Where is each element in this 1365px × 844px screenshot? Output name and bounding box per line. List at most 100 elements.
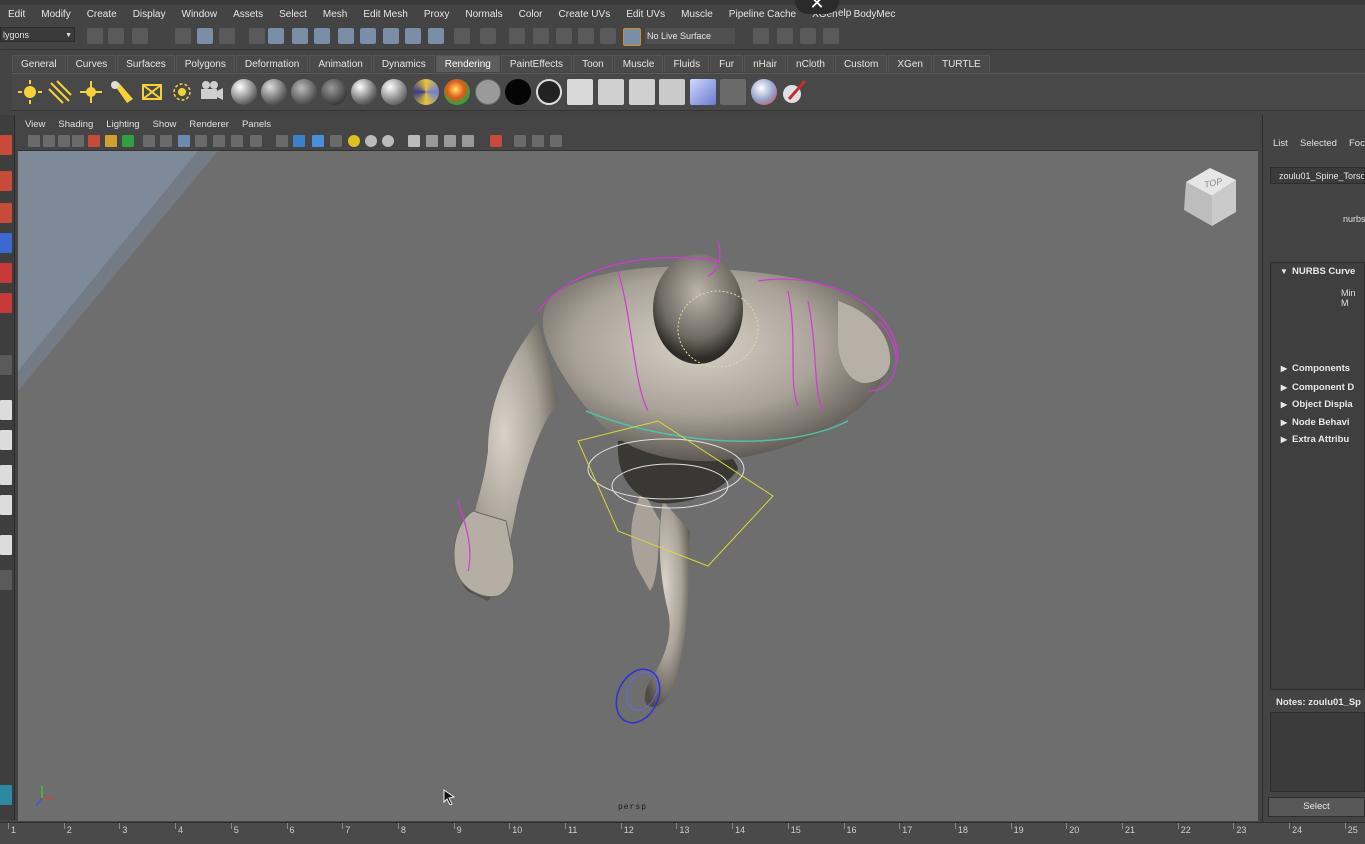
- channel-tab-focus[interactable]: Focu: [1349, 138, 1365, 149]
- shelf-tab[interactable]: nHair: [744, 55, 787, 72]
- shelf-tab[interactable]: PaintEffects: [500, 55, 573, 72]
- menu-item[interactable]: Edit Mesh: [355, 9, 415, 20]
- safe-action-icon[interactable]: [213, 135, 225, 147]
- panel-menu-item[interactable]: Show: [146, 119, 183, 130]
- select-component-icon[interactable]: [219, 28, 235, 44]
- depth-of-field-icon[interactable]: [444, 135, 456, 147]
- render-globals-icon[interactable]: [600, 28, 616, 44]
- viewport-persp[interactable]: [18, 151, 1258, 821]
- snap-plane-icon[interactable]: [338, 28, 354, 44]
- menu-item[interactable]: Create UVs: [551, 9, 619, 20]
- section-extra-attributes[interactable]: ▶ Extra Attribu: [1276, 432, 1365, 448]
- smooth-shade-icon[interactable]: [293, 135, 305, 147]
- select-button[interactable]: Select: [1268, 797, 1365, 817]
- lasso-tool-icon[interactable]: [0, 171, 12, 191]
- section-components[interactable]: ▶ Components: [1276, 361, 1365, 377]
- menu-help-partial[interactable]: elp: [838, 8, 851, 19]
- surface-shader-icon[interactable]: [475, 79, 501, 105]
- 2d-pan-zoom-icon[interactable]: [88, 135, 100, 147]
- menu-item[interactable]: Normals: [457, 9, 510, 20]
- select-object-icon[interactable]: [197, 28, 213, 44]
- batch-render-icon[interactable]: [629, 79, 655, 105]
- menu-item[interactable]: Edit UVs: [618, 9, 673, 20]
- render-frame-icon[interactable]: [533, 28, 549, 44]
- section-nurbs-curve[interactable]: ▼ NURBS Curve: [1276, 264, 1365, 280]
- wireframe-on-shaded-icon[interactable]: [312, 135, 324, 147]
- shelf-tab[interactable]: XGen: [888, 55, 932, 72]
- render-settings-icon[interactable]: [556, 28, 572, 44]
- construction-history-icon[interactable]: [383, 28, 399, 44]
- shelf-tab[interactable]: Animation: [309, 55, 372, 72]
- ipr-icon[interactable]: [598, 79, 624, 105]
- select-camera-icon[interactable]: [28, 135, 40, 147]
- layout-single-icon[interactable]: [0, 400, 12, 420]
- panel-menu-item[interactable]: Renderer: [182, 119, 235, 130]
- shelf-tab[interactable]: Toon: [573, 55, 613, 72]
- menu-item[interactable]: Create: [79, 9, 125, 20]
- area-light-icon[interactable]: [139, 79, 165, 105]
- volume-light-icon[interactable]: [169, 79, 195, 105]
- layout-graph-icon[interactable]: [0, 535, 12, 555]
- shelf-tab[interactable]: Fur: [710, 55, 744, 72]
- menu-item[interactable]: Edit: [0, 9, 33, 20]
- gate-mask-icon[interactable]: [178, 135, 190, 147]
- open-scene-icon[interactable]: [108, 28, 124, 44]
- select-tool-icon[interactable]: [0, 135, 12, 155]
- select-hierarchy-icon[interactable]: [175, 28, 191, 44]
- xray-active-icon[interactable]: [550, 135, 562, 147]
- isolate-select-icon[interactable]: [514, 135, 526, 147]
- text-display-icon[interactable]: [250, 135, 262, 147]
- panel-menu-item[interactable]: Shading: [51, 119, 99, 130]
- xray-icon[interactable]: [490, 135, 502, 147]
- shelf-tab[interactable]: General: [12, 55, 66, 72]
- notes-field[interactable]: [1270, 712, 1365, 792]
- use-default-lights-icon[interactable]: [348, 135, 360, 147]
- render-current-icon[interactable]: [567, 79, 593, 105]
- save-scene-icon[interactable]: [132, 28, 148, 44]
- input-output-icon[interactable]: [480, 28, 496, 44]
- image-plane-icon[interactable]: [72, 135, 84, 147]
- help-icon[interactable]: [428, 28, 444, 44]
- show-attribute-editor-icon[interactable]: [753, 28, 769, 44]
- lambert-shader-icon[interactable]: [291, 79, 317, 105]
- time-slider[interactable]: 1 2 3 4 5 6 7 8 9 10 11 12 13 14 15 16 17 18 19 20 21 22 23 24 2…: [0, 822, 1365, 844]
- paint-select-tool-icon[interactable]: [0, 203, 12, 223]
- menu-set-dropdown[interactable]: lygons ▼: [0, 27, 75, 42]
- magnet-icon[interactable]: [623, 28, 641, 46]
- live-surface-field[interactable]: No Live Surface: [645, 28, 735, 44]
- menu-item[interactable]: Muscle: [673, 9, 721, 20]
- use-background-icon[interactable]: [505, 79, 531, 105]
- ambient-occlusion-icon[interactable]: [382, 135, 394, 147]
- point-light-icon[interactable]: [78, 79, 104, 105]
- menu-item[interactable]: Window: [174, 9, 226, 20]
- object-name-field[interactable]: zoulu01_Spine_Torso: [1270, 167, 1365, 184]
- scale-tool-icon[interactable]: [0, 293, 12, 313]
- ipr-render-icon[interactable]: [509, 28, 525, 44]
- menu-item[interactable]: BodyMec: [846, 9, 904, 20]
- grid-toggle-icon[interactable]: [122, 135, 134, 147]
- snap-live-icon[interactable]: [360, 28, 376, 44]
- shelf-tab[interactable]: Curves: [66, 55, 117, 72]
- render-settings-shelf-icon[interactable]: [659, 79, 685, 105]
- shelf-tab[interactable]: Deformation: [235, 55, 309, 72]
- view-cube[interactable]: TOP: [1180, 162, 1240, 228]
- outliner-toggle-icon[interactable]: [0, 785, 12, 805]
- shelf-tab[interactable]: Rendering: [435, 55, 500, 72]
- layout-four-icon[interactable]: [0, 430, 12, 450]
- paint-brush-icon[interactable]: [781, 79, 807, 105]
- hypershade-icon[interactable]: [578, 28, 594, 44]
- channel-tab-selected[interactable]: Selected: [1300, 138, 1337, 149]
- shelf-tab[interactable]: Custom: [834, 55, 888, 72]
- menu-item[interactable]: Display: [125, 9, 174, 20]
- rotate-tool-icon[interactable]: [0, 263, 12, 283]
- shelf-tab[interactable]: Polygons: [175, 55, 235, 72]
- layered-shader-icon[interactable]: [321, 79, 347, 105]
- menu-item[interactable]: Pipeline Cache: [721, 9, 804, 20]
- snap-grid-icon[interactable]: [268, 28, 284, 44]
- show-layer-editor-icon[interactable]: [823, 28, 839, 44]
- section-component-display[interactable]: ▶ Component D: [1276, 380, 1365, 396]
- menu-item[interactable]: Proxy: [416, 9, 458, 20]
- anisotropic-shader-icon[interactable]: [231, 79, 257, 105]
- motion-blur-icon[interactable]: [408, 135, 420, 147]
- layout-outliner-icon[interactable]: [0, 495, 12, 515]
